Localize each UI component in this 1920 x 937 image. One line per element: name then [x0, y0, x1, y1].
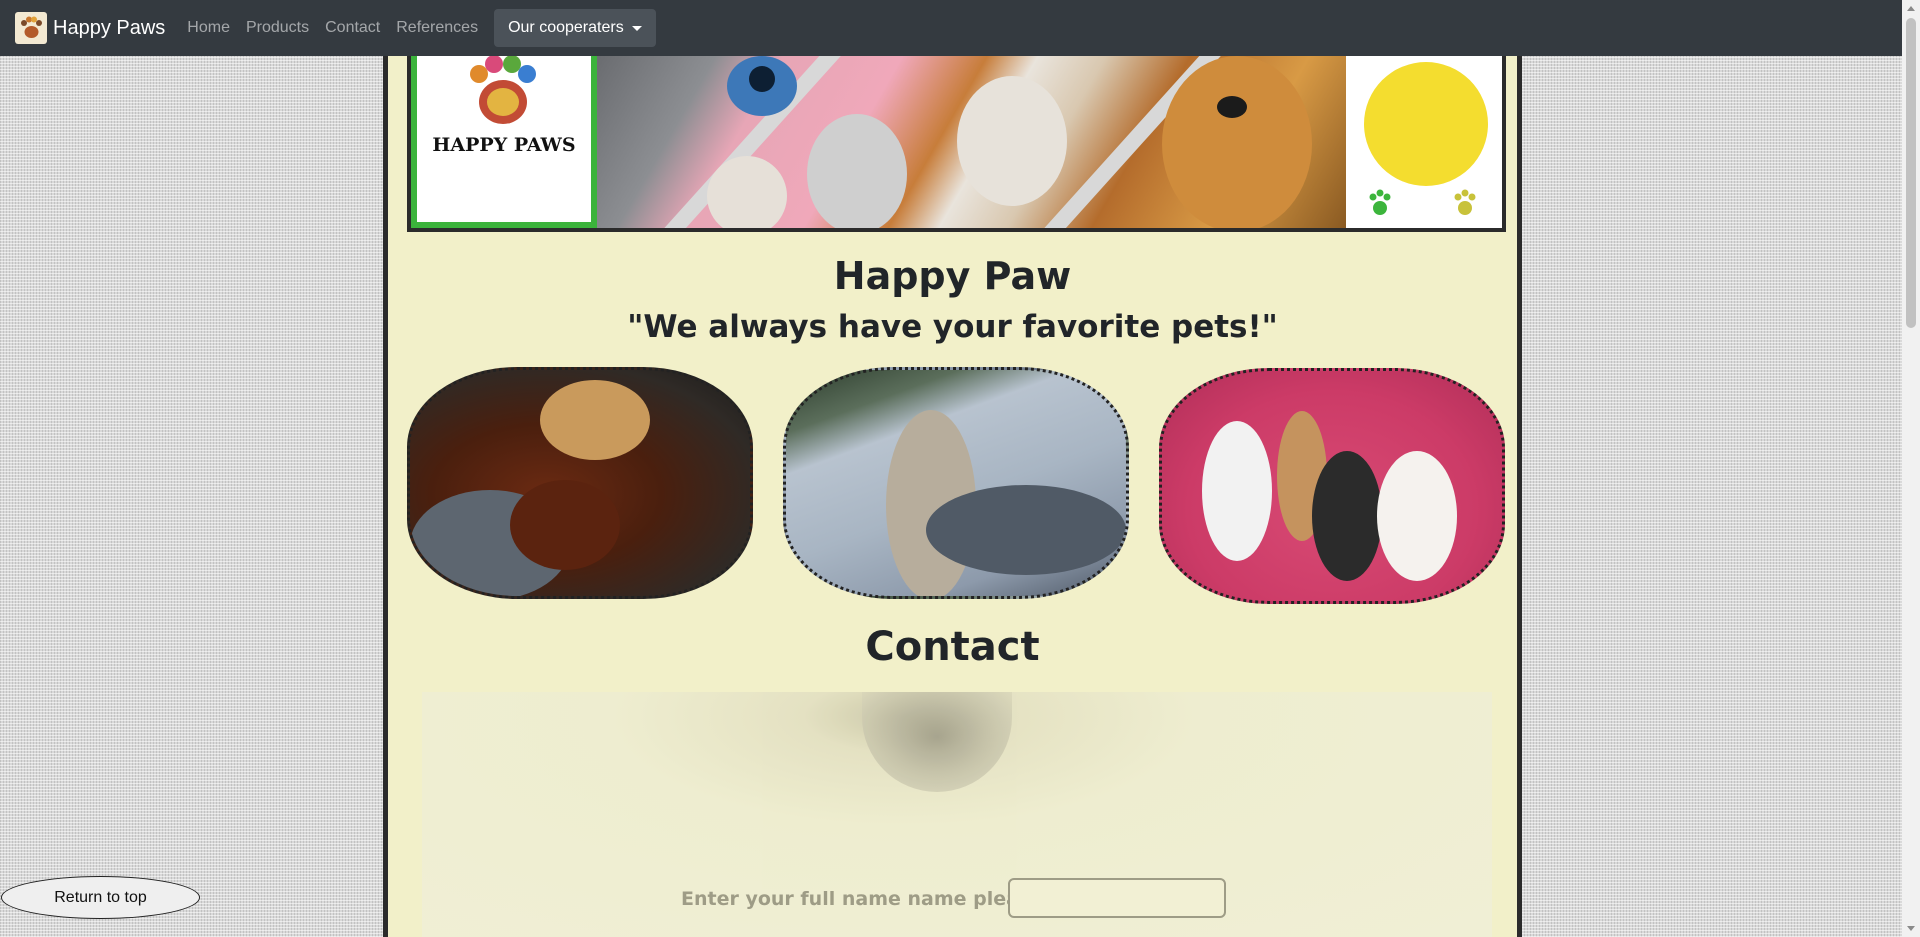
- banner-right-panel: [1346, 56, 1502, 228]
- contact-heading: Contact: [865, 624, 1040, 670]
- cooperators-dropdown[interactable]: Our cooperaters: [494, 9, 656, 47]
- dog-nose-background: [862, 692, 1012, 792]
- page-tagline: "We always have your favorite pets!": [627, 309, 1278, 345]
- top-navbar: Happy Paws Home Products Contact Referen…: [0, 0, 1902, 56]
- cooperators-dropdown-label: Our cooperaters: [508, 19, 624, 36]
- small-dogs-on-pink-photo: [1159, 368, 1505, 604]
- return-to-top-button[interactable]: Return to top: [1, 876, 200, 919]
- bunny-circle: [1364, 62, 1488, 186]
- dogs-on-blanket-photo: [407, 367, 753, 599]
- kitten-on-sofa-photo: [783, 367, 1129, 599]
- nav-contact-link[interactable]: Contact: [325, 19, 380, 37]
- banner-logo: HAPPY PAWS: [411, 56, 597, 228]
- page-title: Happy Paw: [833, 254, 1072, 298]
- pets-banner-photo: [597, 56, 1346, 228]
- full-name-input[interactable]: [1008, 878, 1226, 918]
- header-banner: HAPPY PAWS: [407, 56, 1506, 232]
- green-paw-icon: [1369, 189, 1391, 215]
- yellow-paw-icon: [1454, 189, 1476, 215]
- brand-name: Happy Paws: [53, 16, 166, 39]
- scroll-up-icon[interactable]: [1907, 6, 1915, 11]
- paw-print-icon: [470, 56, 536, 124]
- banner-logo-text: HAPPY PAWS: [432, 134, 576, 156]
- caret-down-icon: [631, 25, 642, 31]
- paw-logo-icon: [15, 12, 47, 44]
- page-scrollbar[interactable]: [1902, 0, 1920, 937]
- nav-references-link[interactable]: References: [396, 19, 478, 37]
- nav-home-link[interactable]: Home: [187, 19, 230, 37]
- nav-products-link[interactable]: Products: [246, 19, 309, 37]
- scroll-down-icon[interactable]: [1907, 926, 1915, 931]
- full-name-label: Enter your full name name please:: [681, 888, 1051, 910]
- main-content: HAPPY PAWS Happy Paw "We always have you…: [383, 56, 1522, 937]
- brand-link[interactable]: Happy Paws: [15, 12, 165, 44]
- scroll-thumb[interactable]: [1906, 18, 1916, 328]
